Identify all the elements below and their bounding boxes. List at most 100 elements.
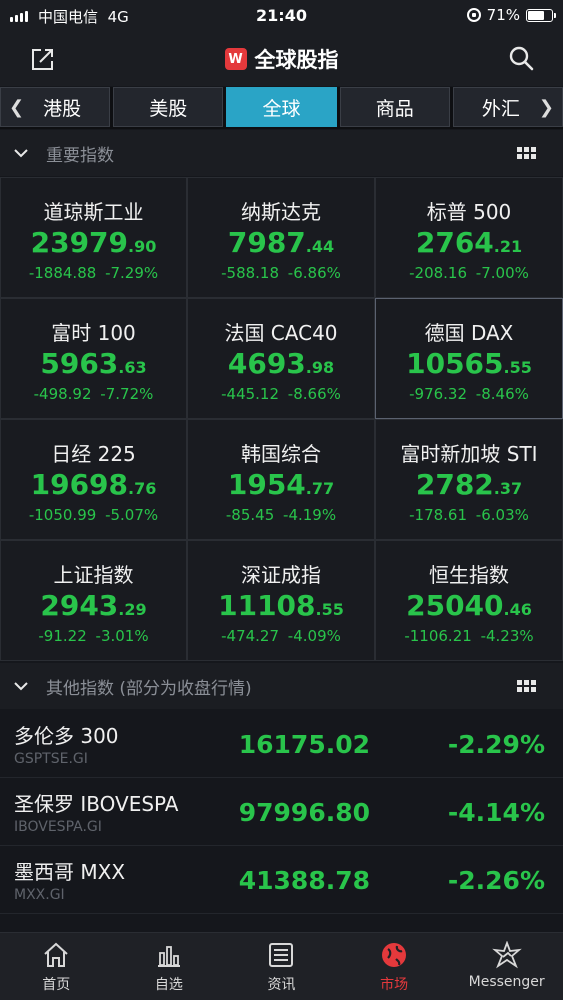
index-change: -445.12 -8.66%	[221, 385, 341, 403]
tab-us[interactable]: 美股	[113, 87, 224, 127]
tab-hk[interactable]: ❮ 港股	[0, 87, 111, 127]
index-price: 16175.02	[238, 730, 370, 759]
index-change: -85.45 -4.19%	[225, 506, 337, 524]
chart-icon	[157, 946, 180, 967]
index-change: -1050.99 -5.07%	[28, 506, 159, 524]
tab-global[interactable]: 全球	[226, 87, 337, 127]
index-price: 7987.44	[227, 226, 335, 259]
index-card[interactable]: 纳斯达克 7987.44 -588.18 -6.86%	[187, 177, 375, 298]
index-card[interactable]: 标普 500 2764.21 -208.16 -7.00%	[375, 177, 563, 298]
index-card[interactable]: 深证成指 11108.55 -474.27 -4.09%	[187, 540, 375, 661]
battery-percent: 71%	[486, 6, 520, 24]
grid-view-icon[interactable]	[517, 680, 537, 692]
tab-label: 外汇	[481, 97, 520, 120]
index-change: -1106.21 -4.23%	[404, 627, 534, 645]
index-name: 日经 225	[51, 442, 136, 466]
index-card[interactable]: 富时新加坡 STI 2782.37 -178.61 -6.03%	[375, 419, 563, 540]
index-card[interactable]: 日经 225 19698.76 -1050.99 -5.07%	[0, 419, 187, 540]
list-item[interactable]: 圣保罗 IBOVESPA IBOVESPA.GI 97996.80 -4.14%	[0, 778, 563, 846]
tab-label: 自选	[154, 977, 183, 993]
chevron-down-icon[interactable]	[14, 146, 28, 160]
index-name: 德国 DAX	[424, 321, 514, 345]
home-icon	[44, 942, 68, 967]
list-item[interactable]: 墨西哥 MXX MXX.GI 41388.78 -2.26%	[0, 846, 563, 914]
index-card[interactable]: 德国 DAX 10565.55 -976.32 -8.46%	[375, 298, 563, 419]
nav-bar: W 全球股指	[0, 30, 563, 86]
index-card[interactable]: 韩国综合 1954.77 -85.45 -4.19%	[187, 419, 375, 540]
list-item[interactable]: 多伦多 300 GSPTSE.GI 16175.02 -2.29%	[0, 710, 563, 778]
tab-label: 市场	[380, 977, 409, 993]
app-logo: W	[224, 48, 247, 70]
index-change: -976.32 -8.46%	[409, 385, 529, 403]
market-tabs: ❮ 港股 美股 全球 商品 外汇 ❯	[0, 87, 563, 129]
battery-icon	[526, 8, 556, 22]
index-change: -588.18 -6.86%	[221, 264, 341, 282]
index-name: 标普 500	[426, 200, 512, 224]
index-change: -498.92 -7.72%	[33, 385, 154, 403]
other-indices-list: 多伦多 300 GSPTSE.GI 16175.02 -2.29% 圣保罗 IB…	[0, 710, 563, 914]
index-price: 2943.29	[40, 589, 147, 622]
news-icon	[269, 943, 294, 967]
index-change: -91.22 -3.01%	[38, 627, 149, 645]
section-header-main[interactable]: 重要指数	[0, 130, 563, 176]
index-change: -474.27 -4.09%	[221, 627, 341, 645]
tab-label: 全球	[262, 97, 301, 120]
index-change-pct: -4.14%	[447, 798, 545, 827]
index-name: 多伦多 300	[14, 724, 119, 748]
index-card[interactable]: 道琼斯工业 23979.90 -1884.88 -7.29%	[0, 177, 187, 298]
index-name: 富时 100	[51, 321, 136, 345]
chevron-left-icon[interactable]: ❮	[9, 97, 24, 118]
index-price: 10565.55	[406, 347, 532, 380]
index-price: 41388.78	[238, 866, 370, 895]
grid-view-icon[interactable]	[517, 147, 537, 159]
index-name: 墨西哥 MXX	[14, 860, 126, 884]
globe-icon	[382, 943, 407, 967]
section-header-other[interactable]: 其他指数 (部分为收盘行情)	[0, 663, 563, 709]
chevron-down-icon[interactable]	[14, 679, 28, 693]
messenger-icon	[491, 941, 522, 969]
bottom-tab-watchlist[interactable]: 自选	[113, 933, 226, 1000]
index-change-pct: -2.29%	[447, 730, 545, 759]
bottom-tab-news[interactable]: 资讯	[225, 933, 338, 1000]
index-name: 上证指数	[53, 563, 134, 587]
index-card[interactable]: 恒生指数 25040.46 -1106.21 -4.23%	[375, 540, 563, 661]
bottom-tab-home[interactable]: 首页	[0, 933, 113, 1000]
index-price: 2782.37	[415, 468, 523, 501]
chevron-right-icon[interactable]: ❯	[539, 97, 554, 118]
index-price: 5963.63	[40, 347, 147, 380]
tab-forex[interactable]: 外汇 ❯	[452, 87, 563, 127]
index-name: 纳斯达克	[241, 200, 321, 224]
tab-commodities[interactable]: 商品	[339, 87, 450, 127]
index-code: GSPTSE.GI	[14, 751, 88, 767]
index-code: IBOVESPA.GI	[14, 819, 102, 835]
index-name: 道琼斯工业	[43, 200, 144, 224]
index-price: 23979.90	[30, 226, 157, 259]
rotation-lock-icon	[466, 8, 481, 22]
index-price: 4693.98	[227, 347, 335, 380]
index-card[interactable]: 上证指数 2943.29 -91.22 -3.01%	[0, 540, 187, 661]
section-title: 其他指数 (部分为收盘行情)	[46, 678, 252, 699]
tab-label: 港股	[43, 97, 82, 120]
index-price: 2764.21	[415, 226, 523, 259]
index-name: 圣保罗 IBOVESPA	[14, 792, 179, 816]
index-price: 11108.55	[218, 589, 344, 622]
index-card[interactable]: 法国 CAC40 4693.98 -445.12 -8.66%	[187, 298, 375, 419]
tab-label: 首页	[42, 977, 71, 993]
index-price: 25040.46	[406, 589, 532, 622]
bottom-tab-bar: 首页 自选 资讯 市场 Messenger	[0, 932, 563, 1000]
search-icon[interactable]	[507, 44, 535, 72]
index-change: -178.61 -6.03%	[409, 506, 529, 524]
index-name: 韩国综合	[241, 442, 321, 466]
index-change: -208.16 -7.00%	[409, 264, 529, 282]
index-code: MXX.GI	[14, 887, 65, 903]
major-indices-grid: 道琼斯工业 23979.90 -1884.88 -7.29% 纳斯达克 7987…	[0, 177, 563, 661]
tab-label: 美股	[149, 97, 188, 120]
tab-label: Messenger	[468, 974, 545, 990]
index-price: 19698.76	[30, 468, 157, 501]
bottom-tab-market[interactable]: 市场	[338, 933, 451, 1000]
index-name: 富时新加坡 STI	[400, 442, 538, 466]
index-card[interactable]: 富时 100 5963.63 -498.92 -7.72%	[0, 298, 187, 419]
bottom-tab-messenger[interactable]: Messenger	[450, 933, 563, 1000]
index-price: 97996.80	[238, 798, 370, 827]
status-bar: 中国电信 4G 21:40 71%	[0, 0, 563, 30]
